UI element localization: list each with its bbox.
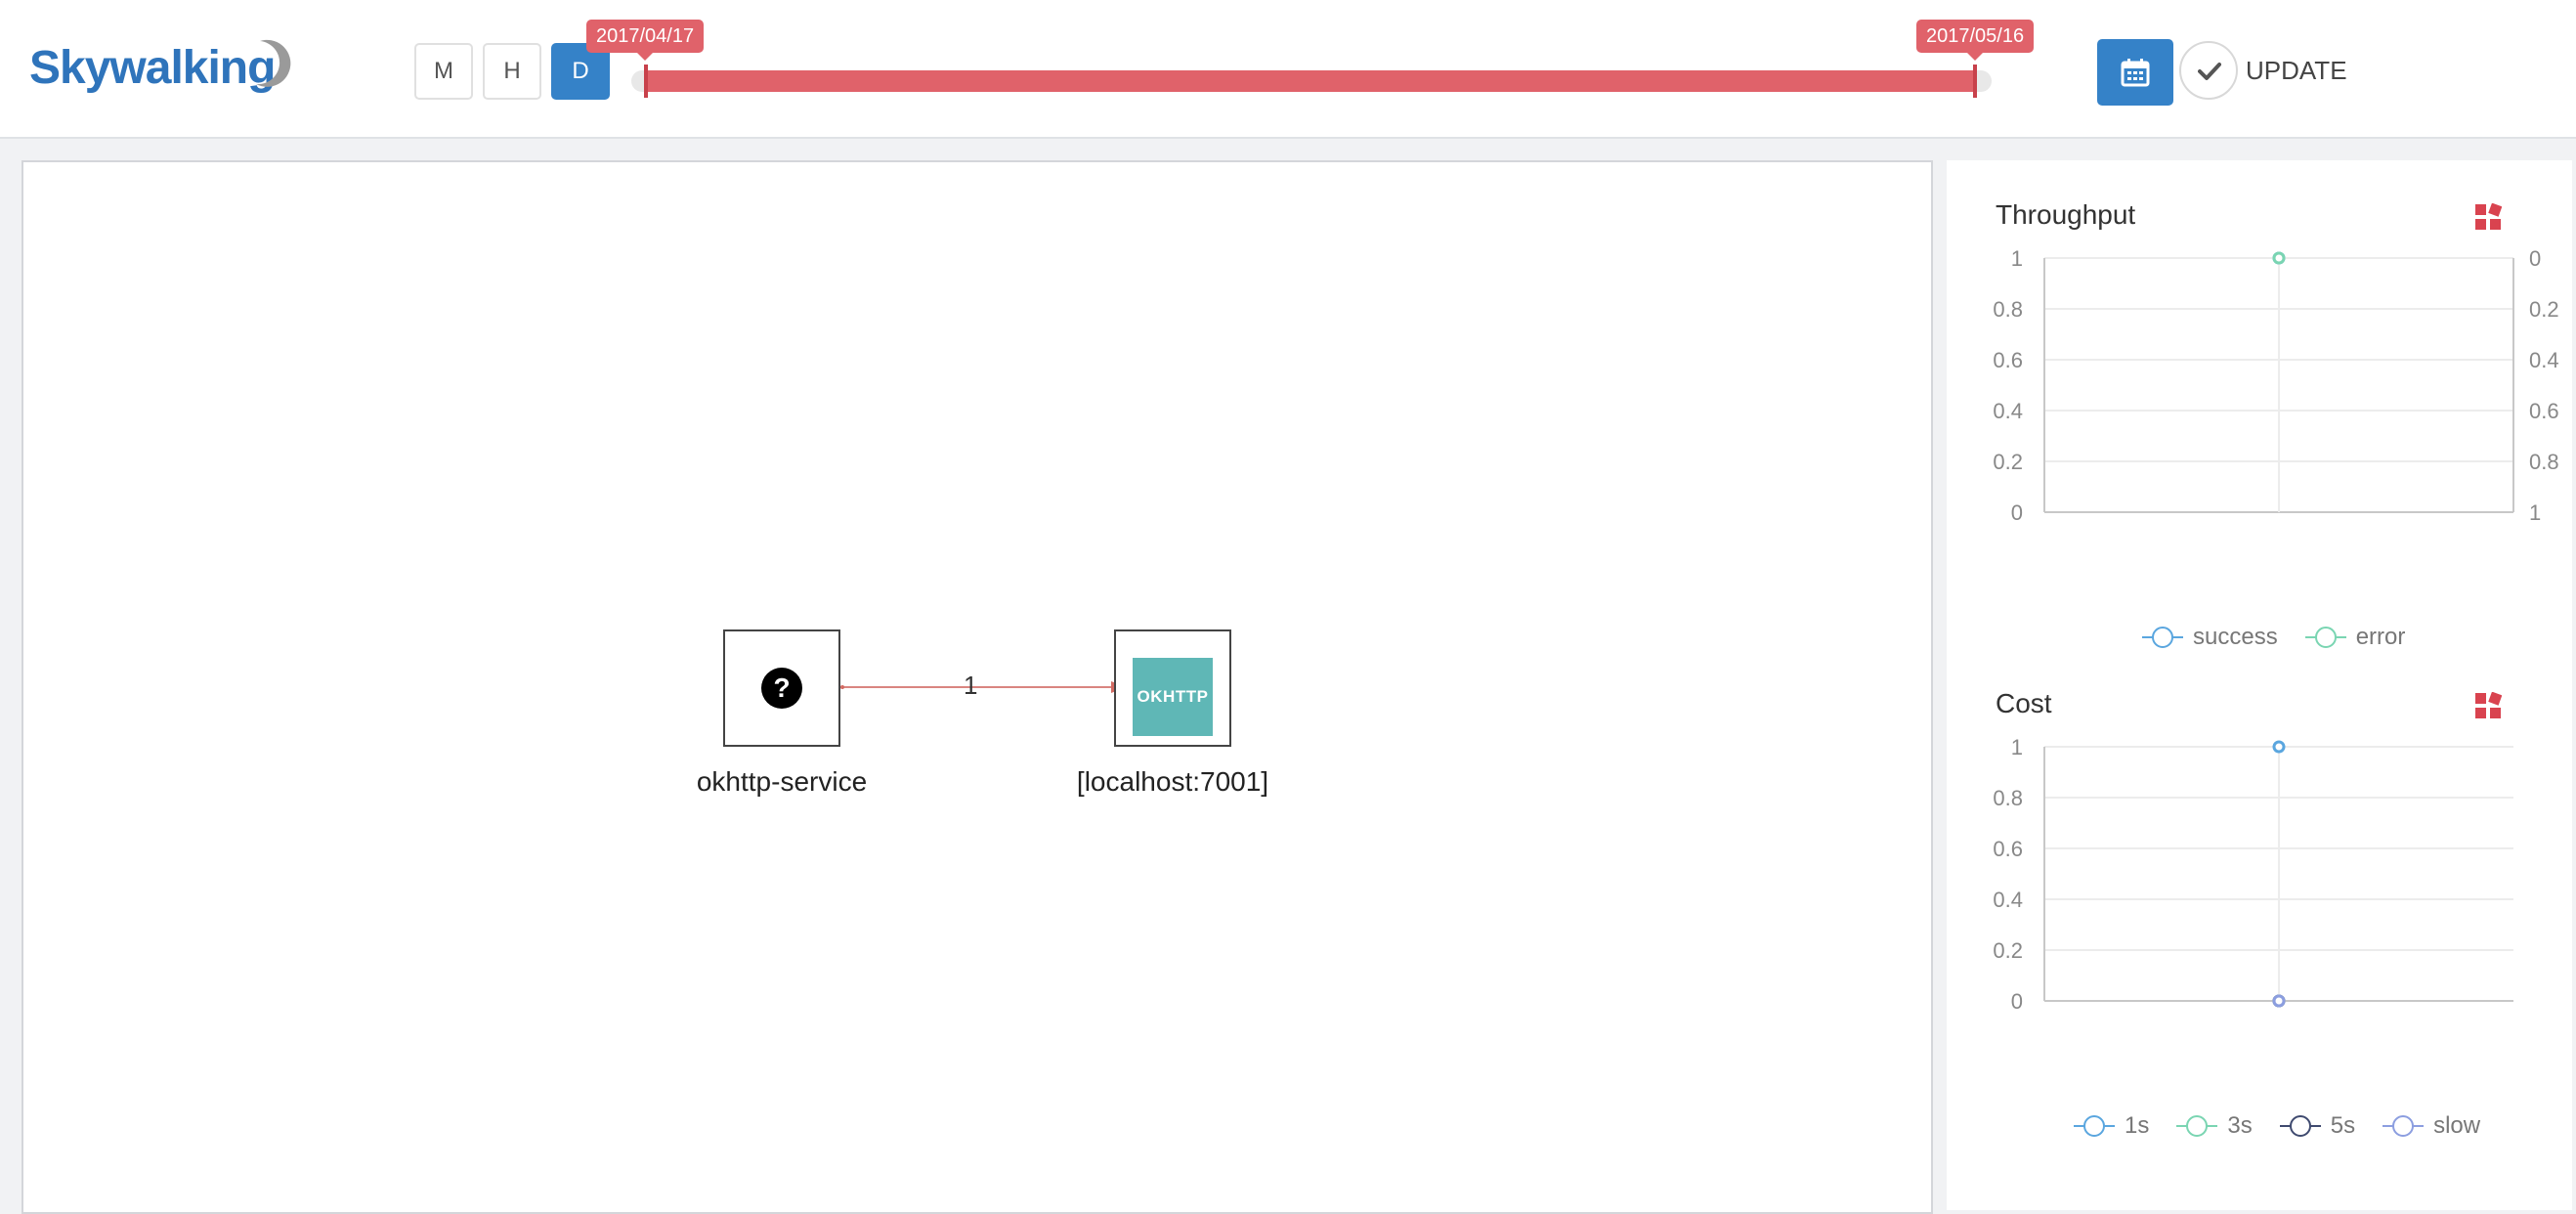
throughput-y-tick-label: 0.2 <box>1993 450 2023 474</box>
throughput-y-tick-label: 1 <box>2011 246 2023 271</box>
cost-legend-label: 5s <box>2330 1112 2356 1139</box>
metrics-panel: Throughput 0 0.2 0.4 0.6 0.8 1 0 0.2 0.4 0.6 0.8 1 0… <box>1947 160 2572 1210</box>
cost-point-slow[interactable] <box>2272 994 2286 1008</box>
moon-icon <box>256 39 291 87</box>
throughput-legend-label: error <box>2355 624 2406 650</box>
cost-point-1s[interactable] <box>2272 740 2286 754</box>
throughput-y-tick-label: 0.6 <box>1993 348 2023 372</box>
range-start-handle[interactable] <box>644 65 648 98</box>
throughput-y-right-tick-label: 1 <box>2529 500 2541 522</box>
granularity-hour-button[interactable]: H <box>483 43 541 100</box>
range-end-handle[interactable] <box>1973 65 1977 98</box>
cost-y-tick-label: 0.4 <box>1993 888 2023 912</box>
throughput-y-right-tick-label: 0.2 <box>2529 297 2559 322</box>
topology-canvas[interactable]: 1 ? okhttp-service OKHTTP [localhost:700… <box>21 160 1933 1214</box>
cost-title: Cost <box>1996 688 2052 718</box>
throughput-y-right-tick-label: 0 <box>2529 246 2541 271</box>
calendar-icon <box>2121 59 2150 87</box>
cost-legend-label: 1s <box>2125 1112 2150 1139</box>
range-end-label: 2017/05/16 <box>1916 20 2035 61</box>
svg-text:?: ? <box>773 672 790 703</box>
throughput-y-tick-label: 0.4 <box>1993 399 2023 423</box>
cost-legend-1s[interactable]: 1s <box>2072 1112 2149 1140</box>
update-button[interactable]: UPDATE <box>2246 56 2347 86</box>
granularity-month-button[interactable]: M <box>414 43 473 100</box>
confirm-update-button[interactable] <box>2179 41 2238 100</box>
legend-marker-icon <box>2142 627 2183 648</box>
cost-legend-label: slow <box>2433 1112 2481 1139</box>
throughput-y-right-tick-label: 0.6 <box>2529 399 2559 423</box>
check-icon <box>2198 63 2221 80</box>
skywalking-logo[interactable]: Skywalking <box>29 35 293 106</box>
throughput-title: Throughput <box>1996 199 2136 230</box>
cost-y-tick-label: 0.6 <box>1993 837 2023 861</box>
cost-chart: 00.20.40.60.8105-16 <box>1993 735 2513 1011</box>
cost-y-tick-label: 0.8 <box>1993 786 2023 810</box>
node-label-okhttp-service: okhttp-service <box>696 766 868 797</box>
cost-y-tick-label: 0.2 <box>1993 938 2023 963</box>
legend-marker-icon <box>2304 627 2346 648</box>
cost-legend-5s[interactable]: 5s <box>2278 1112 2355 1140</box>
top-bar: Skywalking M H D 2017/04/17 2017/05/16 U… <box>0 0 2576 139</box>
throughput-dashboard-icon[interactable] <box>2474 203 2502 231</box>
date-range-selection <box>645 70 1976 92</box>
throughput-y-right-tick-label: 0.4 <box>2529 348 2559 372</box>
cost-y-tick-label: 0 <box>2011 989 2023 1011</box>
cost-y-tick-label: 1 <box>2011 735 2023 759</box>
throughput-y-tick-label: 0 <box>2011 500 2023 522</box>
logo-text: Skywalking <box>29 42 276 94</box>
cost-legend: 1s 3s 5s slow <box>2072 1112 2506 1140</box>
calendar-button[interactable] <box>2097 39 2173 106</box>
legend-marker-icon <box>2074 1115 2115 1137</box>
throughput-legend-error[interactable]: error <box>2303 624 2406 651</box>
throughput-legend: success error <box>2140 624 2430 651</box>
legend-marker-icon <box>2176 1115 2218 1137</box>
throughput-point-error[interactable] <box>2272 251 2286 265</box>
node-okhttp-service[interactable]: ? <box>723 629 840 747</box>
throughput-chart: 00.20.40.60.8100.20.40.60.8105-16 <box>1993 246 2559 522</box>
throughput-legend-label: success <box>2193 624 2278 650</box>
throughput-legend-success[interactable]: success <box>2140 624 2278 651</box>
node-localhost-7001[interactable]: OKHTTP <box>1114 629 1231 747</box>
node-label-localhost-7001: [localhost:7001] <box>1076 766 1269 797</box>
throughput-y-right-tick-label: 0.8 <box>2529 450 2559 474</box>
legend-marker-icon <box>2279 1115 2321 1137</box>
question-icon: ? <box>761 668 802 709</box>
cost-legend-label: 3s <box>2227 1112 2253 1139</box>
cost-legend-slow[interactable]: slow <box>2381 1112 2480 1140</box>
throughput-y-tick-label: 0.8 <box>1993 297 2023 322</box>
cost-legend-3s[interactable]: 3s <box>2174 1112 2253 1140</box>
legend-marker-icon <box>2383 1115 2425 1137</box>
edge-call-count: 1 <box>964 671 978 700</box>
cost-dashboard-icon[interactable] <box>2474 692 2502 719</box>
okhttp-logo-icon: OKHTTP <box>1133 658 1213 736</box>
range-start-label: 2017/04/17 <box>586 20 705 61</box>
